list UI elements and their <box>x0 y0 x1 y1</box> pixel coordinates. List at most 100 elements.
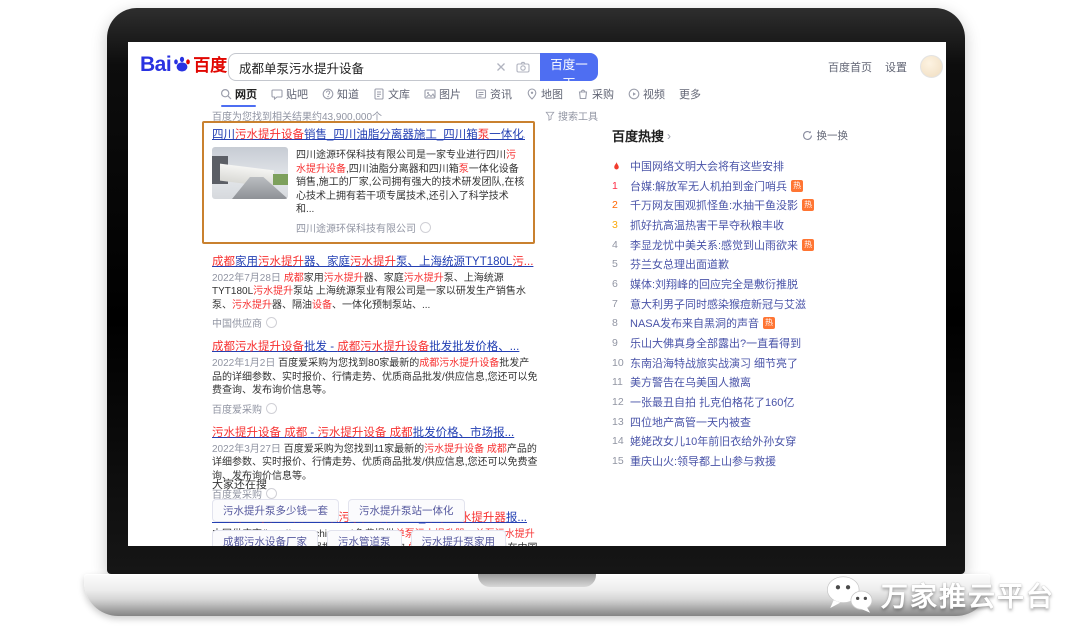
search-query-text: 成都单泵污水提升设备 <box>229 58 496 77</box>
baidu-paw-icon <box>172 54 192 74</box>
laptop-screen-bezel: Bai 百度 成都单泵污水提升设备 <box>107 8 965 574</box>
hot-item-text: 姥姥改女儿10年前旧衣给外孙女穿 <box>630 433 796 449</box>
hot-search-item[interactable]: 4 李显龙忧中美关系:感觉到山雨欲来热 <box>612 235 848 255</box>
tab-资讯[interactable]: 资讯 <box>475 86 512 107</box>
feedback-icon[interactable] <box>266 403 277 414</box>
tab-采购[interactable]: 采购 <box>577 86 614 107</box>
hot-search-item[interactable]: 12一张最丑自拍 扎克伯格花了160亿 <box>612 392 848 412</box>
result-title[interactable]: 四川污水提升设备销售_四川油脂分离器施工_四川箱泵一体化... <box>212 127 525 143</box>
result-source[interactable]: 四川途源环保科技有限公司 <box>296 220 525 235</box>
watermark: 万家推云平台 <box>824 573 1055 616</box>
result-body: 2022年7月28日 成都家用污水提升器、家庭污水提升泵、上海统源TYT180L… <box>212 272 538 331</box>
hot-item-text: NASA发布来自黑洞的声音 <box>630 315 759 331</box>
related-chip[interactable]: 污水提升泵站一体化 <box>348 499 465 522</box>
result-source[interactable]: 中国供应商 <box>212 315 538 330</box>
search-input[interactable]: 成都单泵污水提升设备 <box>228 53 540 81</box>
result-source-name: 中国供应商 <box>212 315 262 330</box>
related-searches: 大家还在搜 污水提升泵多少钱一套污水提升泵站一体化成都污水设备厂家污水管道泵污水… <box>212 476 578 546</box>
baidu-home-link[interactable]: 百度首页 <box>828 59 872 75</box>
hot-rank: 7 <box>612 298 626 310</box>
hot-search-item[interactable]: 7意大利男子同时感染猴痘新冠与艾滋 <box>612 294 848 314</box>
result-title[interactable]: 污水提升设备 成都 - 污水提升设备 成都批发价格、市场报... <box>212 425 538 441</box>
hot-badge: 热 <box>802 239 814 251</box>
hot-search-item[interactable]: 中国网络文明大会将有这些安排 <box>612 156 848 176</box>
result-snippet: 四川途源环保科技有限公司是一家专业进行四川污水提升设备,四川油脂分离器和四川箱泵… <box>296 149 525 217</box>
hot-search-header: 百度热搜 › 换一换 <box>612 126 848 145</box>
settings-link[interactable]: 设置 <box>885 59 907 75</box>
tieba-icon <box>271 88 283 100</box>
search-tools-button[interactable]: 搜索工具 <box>545 108 598 123</box>
user-avatar[interactable] <box>920 55 943 78</box>
tab-地图[interactable]: 地图 <box>526 86 563 107</box>
tab-文库[interactable]: 文库 <box>373 86 410 107</box>
hot-rank: 2 <box>612 199 626 211</box>
hot-search-panel: 百度热搜 › 换一换 中国网络文明大会将有这些安排1台媒:解放军无人机拍到金门哨… <box>612 126 848 471</box>
tab-label: 文库 <box>388 86 410 102</box>
search-result-1-highlighted: 四川污水提升设备销售_四川油脂分离器施工_四川箱泵一体化... 四川途源环保科技有… <box>202 121 535 244</box>
search-button[interactable]: 百度一下 <box>540 53 598 81</box>
related-chip[interactable]: 污水提升泵多少钱一套 <box>212 499 339 522</box>
result-body: 2022年1月2日 百度爱采购为您找到80家最新的成都污水提升设备批发产品的详细… <box>212 357 538 416</box>
hot-badge: 热 <box>802 199 814 211</box>
feedback-icon[interactable] <box>420 222 431 233</box>
tab-label: 采购 <box>592 86 614 102</box>
wenku-icon <box>373 88 385 100</box>
hot-rank: 11 <box>612 376 626 388</box>
hot-search-item[interactable]: 5芬兰女总理出面道歉 <box>612 254 848 274</box>
hot-rank: 8 <box>612 317 626 329</box>
hot-item-text: 东南沿海特战旅实战演习 细节亮了 <box>630 355 798 371</box>
hot-search-item[interactable]: 2千万网友围观抓怪鱼:水抽干鱼没影热 <box>612 195 848 215</box>
related-chip[interactable]: 污水管道泵 <box>327 530 402 546</box>
hot-item-text: 美方警告在乌美国人撤离 <box>630 374 751 390</box>
clear-icon[interactable] <box>496 62 506 72</box>
baidu-logo-du: 百度 <box>193 51 227 76</box>
result-snippet: 2022年7月28日 成都家用污水提升器、家庭污水提升泵、上海统源TYT180L… <box>212 272 538 313</box>
result-snippet: 2022年1月2日 百度爱采购为您找到80家最新的成都污水提升设备批发产品的详细… <box>212 357 538 398</box>
tab-视频[interactable]: 视频 <box>628 86 665 107</box>
result-title[interactable]: 成都家用污水提升器、家庭污水提升泵、上海统源TYT180L污... <box>212 254 538 270</box>
result-source[interactable]: 百度爱采购 <box>212 401 538 416</box>
result-text-block: 四川途源环保科技有限公司是一家专业进行四川污水提升设备,四川油脂分离器和四川箱泵… <box>296 147 525 235</box>
hot-search-item[interactable]: 6媒体:刘翔峰的回应完全是敷衍推脱 <box>612 274 848 294</box>
hot-search-item[interactable]: 13四位地产高管一天内被查 <box>612 412 848 432</box>
watermark-text: 万家推云平台 <box>881 575 1055 614</box>
hot-search-item[interactable]: 8NASA发布来自黑洞的声音热 <box>612 314 848 334</box>
hot-rank: 3 <box>612 219 626 231</box>
hot-rank: 4 <box>612 239 626 251</box>
result-title[interactable]: 成都污水提升设备批发 - 成都污水提升设备批发批发价格、... <box>212 339 538 355</box>
hot-rank: 13 <box>612 416 626 428</box>
related-chip[interactable]: 污水提升泵家用 <box>411 530 507 546</box>
tab-图片[interactable]: 图片 <box>424 86 461 107</box>
hot-rank: 15 <box>612 455 626 467</box>
refresh-button[interactable]: 换一换 <box>802 128 849 143</box>
result-thumbnail[interactable] <box>212 147 288 199</box>
hot-search-item[interactable]: 11 美方警告在乌美国人撤离 <box>612 373 848 393</box>
feedback-icon[interactable] <box>266 317 277 328</box>
search-icon <box>220 88 232 100</box>
search-bar: 成都单泵污水提升设备 百度一下 <box>228 53 598 81</box>
result-text-block: 2022年1月2日 百度爱采购为您找到80家最新的成都污水提升设备批发产品的详细… <box>212 357 538 416</box>
hot-search-item[interactable]: 10东南沿海特战旅实战演习 细节亮了 <box>612 353 848 373</box>
hot-search-item[interactable]: 14姥姥改女儿10年前旧衣给外孙女穿 <box>612 432 848 452</box>
tab-网页[interactable]: 网页 <box>220 86 257 107</box>
hot-item-text: 乐山大佛真身全部露出?一直看得到 <box>630 335 801 351</box>
related-chip[interactable]: 成都污水设备厂家 <box>212 530 318 546</box>
hot-rank: 9 <box>612 337 626 349</box>
tab-label: 贴吧 <box>286 86 308 102</box>
result-source-name: 四川途源环保科技有限公司 <box>296 220 416 235</box>
hot-badge: 热 <box>791 180 803 192</box>
search-result-3: 成都污水提升设备批发 - 成都污水提升设备批发批发价格、... 2022年1月2日… <box>212 339 538 416</box>
tab-更多[interactable]: 更多 <box>679 86 701 107</box>
hot-item-text: 芬兰女总理出面道歉 <box>630 256 729 272</box>
search-vertical-tabs: 网页 贴吧知道 文库图片资讯地图 采购视频更多 <box>220 86 701 107</box>
hot-search-title[interactable]: 百度热搜 <box>612 126 664 145</box>
baidu-logo[interactable]: Bai 百度 <box>140 51 227 77</box>
hot-item-text: 李显龙忧中美关系:感觉到山雨欲来 <box>630 237 798 253</box>
camera-icon[interactable] <box>516 61 530 73</box>
hot-search-item[interactable]: 3抓好抗高温热害干旱夺秋粮丰收 <box>612 215 848 235</box>
hot-search-item[interactable]: 1台媒:解放军无人机拍到金门哨兵热 <box>612 176 848 196</box>
tab-贴吧[interactable]: 贴吧 <box>271 86 308 107</box>
hot-search-item[interactable]: 15重庆山火:领导都上山参与救援 <box>612 451 848 471</box>
tab-知道[interactable]: 知道 <box>322 86 359 107</box>
hot-search-item[interactable]: 9 乐山大佛真身全部露出?一直看得到 <box>612 333 848 353</box>
